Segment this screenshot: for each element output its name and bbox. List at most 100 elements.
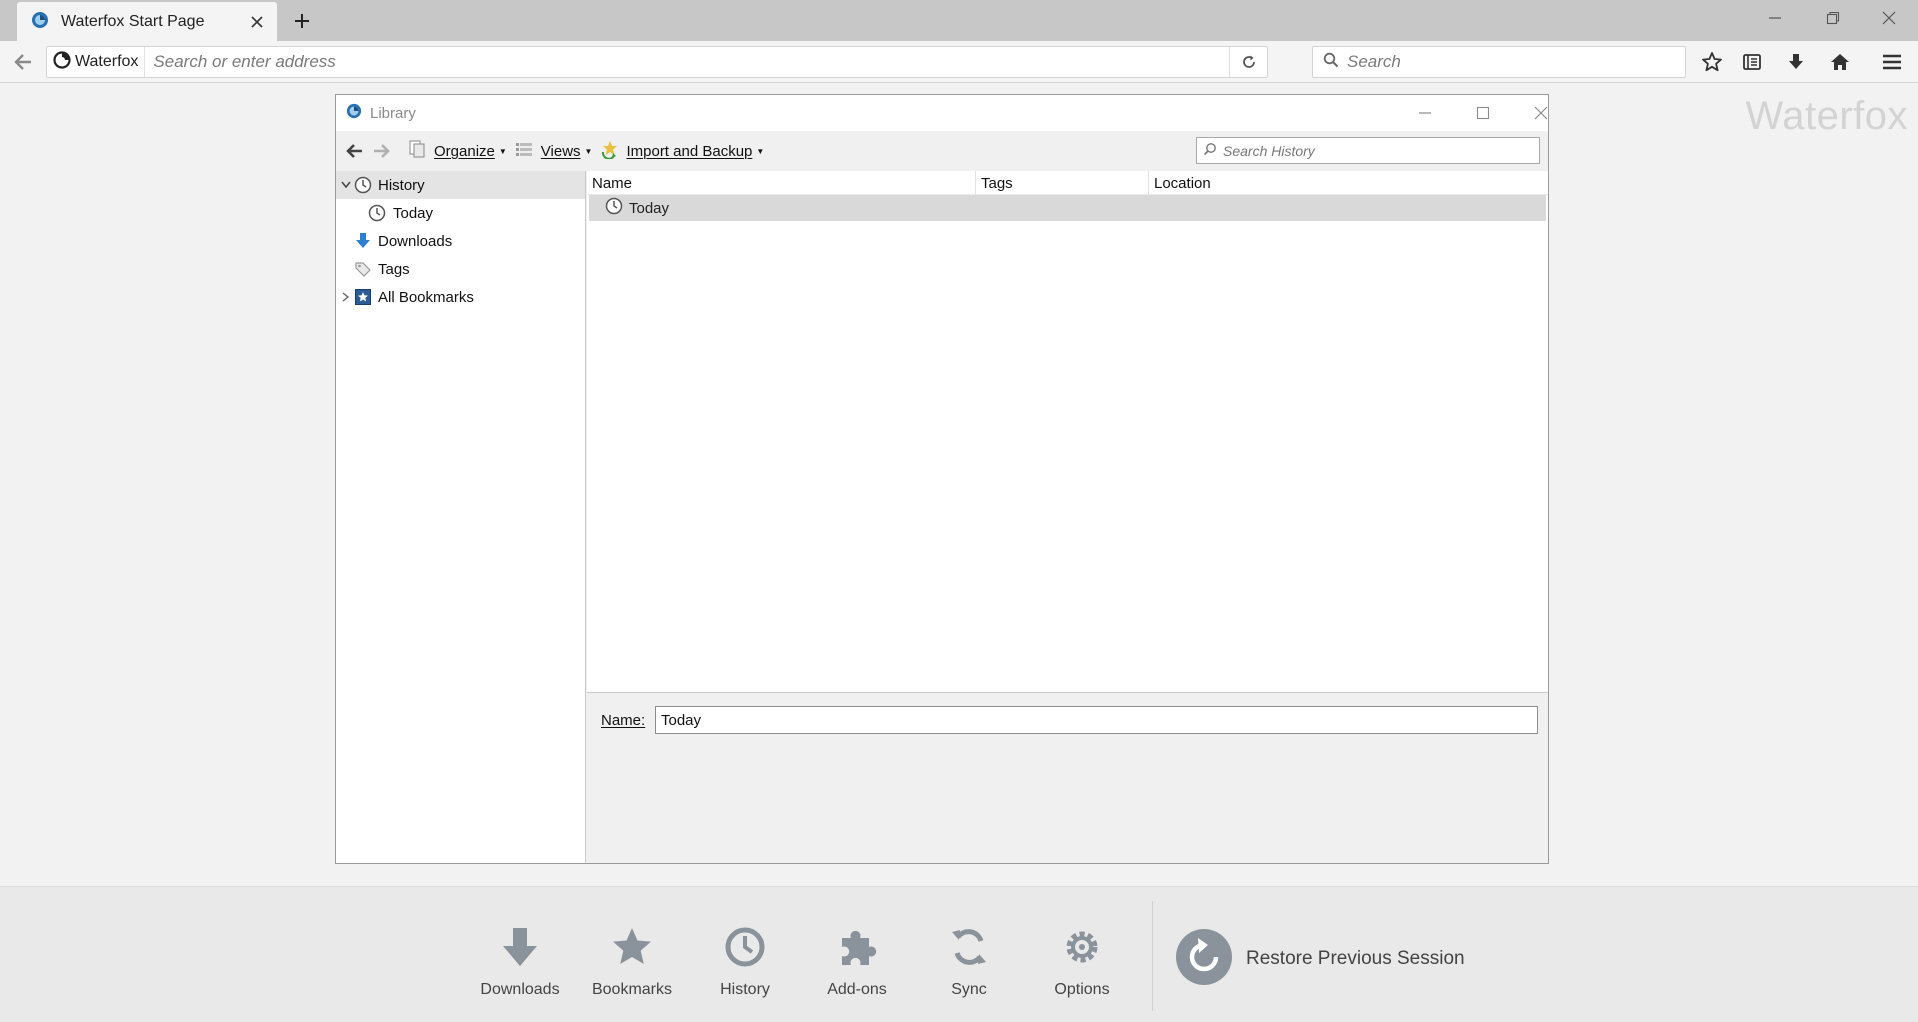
tab-close-icon[interactable] [247, 12, 267, 32]
column-header-tags[interactable]: Tags [976, 171, 1149, 195]
identity-label: Waterfox [75, 53, 139, 70]
library-sidebar-tree: History Today Downloads Tags All Bookmar… [336, 171, 586, 863]
waterfox-favicon-icon [31, 11, 49, 33]
clock-icon [353, 175, 373, 195]
close-window-button[interactable] [1866, 4, 1912, 32]
menu-hamburger-icon[interactable] [1876, 47, 1908, 77]
launcher-sync-button[interactable]: Sync [919, 923, 1019, 999]
navigation-toolbar: Waterfox [0, 41, 1918, 83]
library-window: Library Organize ▼ Views ▼ Import and Ba… [335, 94, 1549, 864]
launcher-options-button[interactable]: Options [1032, 923, 1132, 999]
chevron-right-icon[interactable] [340, 291, 352, 303]
tab-waterfox-start-page[interactable]: Waterfox Start Page [17, 2, 277, 41]
start-page-launcher: Downloads Bookmarks History Add-ons Sync… [0, 886, 1918, 1022]
search-bar[interactable] [1312, 46, 1686, 78]
library-minimize-button[interactable] [1402, 97, 1448, 129]
views-icon [515, 140, 533, 162]
library-forward-button[interactable] [372, 137, 392, 165]
chevron-down-icon: ▼ [498, 146, 507, 156]
identity-box[interactable]: Waterfox [47, 47, 146, 77]
waterfox-logo-icon [53, 51, 71, 73]
download-icon [353, 231, 373, 251]
library-maximize-button[interactable] [1460, 97, 1506, 129]
new-tab-button[interactable] [288, 7, 316, 35]
name-field-label: Name: [601, 712, 646, 729]
restore-previous-session-button[interactable]: Restore Previous Session [1174, 927, 1465, 991]
library-toolbar: Organize ▼ Views ▼ Import and Backup ▼ [336, 131, 1548, 171]
library-back-button[interactable] [344, 137, 364, 165]
tab-strip: Waterfox Start Page [0, 0, 1918, 41]
launcher-divider [1152, 901, 1153, 1011]
launcher-bookmarks-button[interactable]: Bookmarks [582, 923, 682, 999]
sidebar-item-all-bookmarks[interactable]: All Bookmarks [336, 283, 585, 311]
reload-icon[interactable] [1229, 47, 1267, 77]
library-titlebar[interactable]: Library [336, 95, 1548, 131]
launcher-label: Sync [951, 981, 987, 998]
views-label: Views [540, 142, 581, 160]
import-backup-label: Import and Backup [626, 142, 753, 160]
sidebar-item-label: All Bookmarks [378, 288, 474, 306]
launcher-label: Add-ons [827, 981, 887, 998]
reader-list-icon[interactable] [1736, 47, 1768, 77]
sidebar-item-today[interactable]: Today [336, 199, 585, 227]
chevron-down-icon[interactable] [340, 179, 352, 191]
column-headers: Name Tags Location [587, 171, 1548, 195]
home-icon[interactable] [1824, 47, 1856, 77]
back-button[interactable] [8, 47, 38, 77]
downloads-toolbar-icon[interactable] [1780, 47, 1812, 77]
library-content-pane: Name Tags Location Today Name: [587, 171, 1548, 863]
sidebar-item-label: Tags [378, 260, 410, 278]
launcher-addons-button[interactable]: Add-ons [807, 923, 907, 999]
download-icon [470, 923, 570, 971]
sidebar-item-history[interactable]: History [336, 171, 585, 199]
column-header-location[interactable]: Location [1149, 171, 1548, 195]
restore-session-icon [1174, 927, 1234, 991]
column-header-name[interactable]: Name [587, 171, 976, 195]
address-input[interactable] [145, 48, 1229, 76]
sidebar-item-label: History [378, 176, 425, 194]
places-table: Name Tags Location Today [587, 171, 1548, 693]
launcher-label: Downloads [480, 981, 560, 998]
clock-icon [367, 203, 387, 223]
chevron-down-icon: ▼ [756, 146, 765, 156]
organize-menu-button[interactable]: Organize ▼ [408, 137, 507, 165]
url-bar[interactable]: Waterfox [46, 46, 1268, 78]
launcher-downloads-button[interactable]: Downloads [470, 923, 570, 999]
details-pane: Name: [587, 694, 1548, 863]
puzzle-icon [807, 923, 907, 971]
history-search-box[interactable] [1196, 137, 1540, 164]
waterfox-favicon-icon [346, 103, 362, 123]
bookmark-star-icon[interactable] [1696, 47, 1728, 77]
import-backup-icon [600, 139, 620, 163]
history-search-input[interactable] [1217, 139, 1539, 162]
gear-icon [1032, 923, 1132, 971]
launcher-label: Options [1054, 981, 1110, 998]
organize-icon [408, 140, 426, 162]
library-close-button[interactable] [1518, 97, 1564, 129]
clock-icon [695, 923, 795, 971]
restore-session-label: Restore Previous Session [1246, 948, 1465, 969]
search-icon [1203, 142, 1217, 160]
tag-icon [353, 259, 373, 279]
chevron-down-icon: ▼ [584, 146, 593, 156]
sidebar-item-downloads[interactable]: Downloads [336, 227, 585, 255]
search-icon [1323, 52, 1339, 72]
launcher-label: History [720, 981, 770, 998]
launcher-history-button[interactable]: History [695, 923, 795, 999]
restore-window-button[interactable] [1810, 4, 1856, 32]
search-input[interactable] [1339, 48, 1685, 76]
launcher-label: Bookmarks [591, 981, 673, 998]
sidebar-item-tags[interactable]: Tags [336, 255, 585, 283]
library-title: Library [370, 104, 416, 122]
import-backup-menu-button[interactable]: Import and Backup ▼ [600, 137, 764, 165]
sidebar-item-label: Downloads [378, 232, 453, 250]
minimize-window-button[interactable] [1752, 4, 1798, 32]
star-icon [582, 923, 682, 971]
name-field[interactable] [655, 706, 1538, 734]
clock-icon [605, 197, 623, 219]
views-menu-button[interactable]: Views ▼ [515, 137, 593, 165]
table-row[interactable]: Today [589, 195, 1546, 221]
sync-icon [919, 923, 1019, 971]
waterfox-brand-wordmark: Waterfox [1745, 94, 1908, 138]
organize-label: Organize [434, 142, 495, 160]
